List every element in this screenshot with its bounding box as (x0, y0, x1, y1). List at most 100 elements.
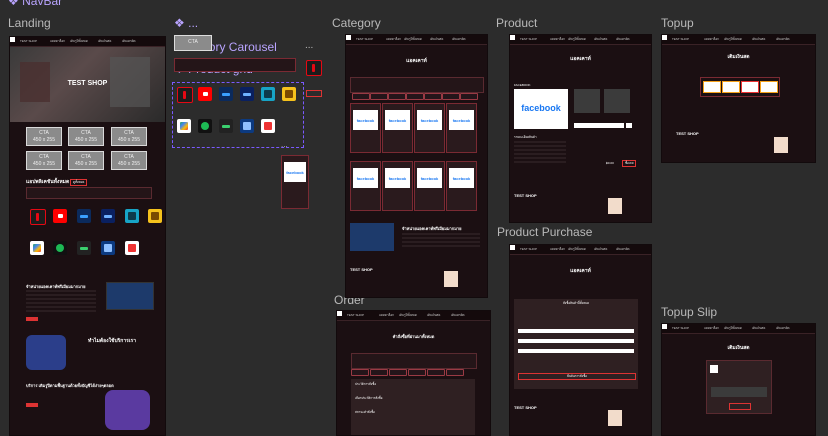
product-card-component[interactable]: facebook (281, 155, 309, 209)
nav-item-topup-all[interactable]: เติมรูปีทั้งหมด (724, 326, 742, 331)
youtube-icon[interactable] (198, 87, 212, 101)
order-row-3[interactable]: สถานะคำสั่งซื้อ (355, 410, 375, 415)
payment-card-3[interactable] (741, 81, 759, 93)
quantity-stepper[interactable] (626, 123, 632, 128)
filter-pill[interactable] (446, 369, 464, 376)
nav-item-topup-all[interactable]: เติมรูปีทั้งหมด (568, 37, 586, 42)
red-app-icon[interactable] (261, 119, 275, 133)
product-card[interactable]: facebook (414, 161, 445, 211)
nav-item-catalog[interactable]: แคตตาล็อก (50, 39, 65, 44)
option-thumb-1[interactable] (574, 89, 600, 113)
nav-brand[interactable]: TEST SHOP (520, 37, 537, 41)
nav-item-topup-all[interactable]: เติมรูปีทั้งหมด (404, 37, 422, 42)
netflix-icon[interactable] (30, 209, 46, 225)
frame-label-category[interactable]: Category (332, 16, 381, 30)
purchase-field-3[interactable] (518, 349, 634, 353)
nav-item-topup-cash[interactable]: เติมเงินสด (594, 37, 607, 42)
filter-pill[interactable] (460, 93, 478, 100)
slip-upload-field[interactable] (711, 387, 767, 397)
filter-pill[interactable] (388, 93, 406, 100)
nav-brand[interactable]: TEST SHOP (356, 37, 373, 41)
nav-brand[interactable]: TEST SHOP (672, 326, 689, 330)
product-card[interactable]: facebook (350, 161, 381, 211)
nav-item-topup-all[interactable]: เติมรูปีทั้งหมด (724, 37, 742, 42)
slip-submit-button[interactable] (729, 403, 751, 410)
yellow-app-icon[interactable] (148, 209, 162, 223)
filter-pill[interactable] (408, 369, 426, 376)
unnamed-component-label[interactable]: ❖ ... (174, 16, 198, 30)
product-card[interactable]: facebook (382, 103, 413, 153)
filter-pill[interactable] (389, 369, 407, 376)
nav-item-topup-cash[interactable]: เติมเงินสด (430, 37, 443, 42)
order-row-2[interactable]: เลือกประวัติการสั่งซื้อ (355, 396, 383, 401)
confirm-purchase-button[interactable]: ยืนยันการสั่งซื้อ (518, 373, 636, 380)
more-dots-2[interactable]: ... (281, 140, 288, 149)
green-tv-icon[interactable] (219, 119, 233, 133)
nav-brand[interactable]: TEST SHOP (520, 247, 537, 251)
nav-item-catalog[interactable]: แคตตาล็อก (379, 313, 394, 318)
google-play-icon[interactable] (177, 119, 191, 133)
green-tv-icon[interactable] (77, 241, 91, 255)
small-button[interactable] (306, 90, 322, 97)
payment-card-4[interactable] (760, 81, 778, 93)
blue-app-icon[interactable] (101, 241, 115, 255)
frame-label-product[interactable]: Product (496, 16, 537, 30)
filter-pill[interactable] (424, 93, 442, 100)
disney-plus-icon[interactable] (101, 209, 115, 223)
netflix-icon[interactable] (177, 87, 193, 103)
filter-pill[interactable] (406, 93, 424, 100)
nav-brand[interactable]: TEST SHOP (347, 313, 364, 317)
nav-item-catalog[interactable]: แคตตาล็อก (704, 326, 719, 331)
cta-card-5[interactable]: CTA 450 x 255 (68, 151, 104, 170)
frame-label-topup-slip[interactable]: Topup Slip (661, 305, 717, 319)
option-thumb-2[interactable] (604, 89, 630, 113)
nav-item-topup-cash[interactable]: เติมเงินสด (752, 37, 765, 42)
filter-pill[interactable] (352, 93, 370, 100)
spotify-icon[interactable] (53, 241, 67, 255)
nav-brand[interactable]: TEST SHOP (20, 39, 37, 43)
cta-card-6[interactable]: CTA 450 x 255 (111, 151, 147, 170)
filter-pill[interactable] (351, 369, 369, 376)
netflix-icon[interactable] (306, 60, 322, 76)
cta-card-4[interactable]: CTA 450 x 255 (26, 151, 62, 170)
navbar-component-label[interactable]: ❖ NavBar (8, 0, 62, 8)
nav-item-topup-credit[interactable]: เติมเครดิต (616, 247, 630, 252)
nav-item-topup-credit[interactable]: เติมเครดิต (776, 326, 790, 331)
yellow-app-icon[interactable] (282, 87, 296, 101)
cta-card-3[interactable]: CTA 450 x 255 (111, 127, 147, 146)
google-play-icon[interactable] (30, 241, 44, 255)
prime-video-icon[interactable] (77, 209, 91, 223)
purchase-field-1[interactable] (518, 329, 634, 333)
prime-video-icon[interactable] (219, 87, 233, 101)
blue-app-icon[interactable] (240, 119, 254, 133)
view-all-badge[interactable]: ดูทั้งหมด (70, 179, 88, 186)
frame-label-topup[interactable]: Topup (661, 16, 694, 30)
product-card[interactable]: facebook (414, 103, 445, 153)
product-card[interactable]: facebook (382, 161, 413, 211)
nav-brand[interactable]: TEST SHOP (672, 37, 689, 41)
nav-item-catalog[interactable]: แคตตาล็อก (386, 37, 401, 42)
spotify-icon[interactable] (198, 119, 212, 133)
nav-item-topup-cash[interactable]: เติมเงินสด (98, 39, 111, 44)
nav-item-topup-cash[interactable]: เติมเงินสด (752, 326, 765, 331)
disney-plus-icon[interactable] (240, 87, 254, 101)
filter-pill[interactable] (370, 93, 388, 100)
payment-card-1[interactable] (703, 81, 721, 93)
youtube-icon[interactable] (53, 209, 67, 223)
more-dots[interactable]: ... (305, 40, 313, 51)
payment-card-2[interactable] (722, 81, 740, 93)
nav-item-topup-all[interactable]: เติมรูปีทั้งหมด (568, 247, 586, 252)
product-card[interactable]: facebook (446, 103, 477, 153)
order-row-1[interactable]: ประวัติการสั่งซื้อ (355, 382, 376, 387)
promo-button-1[interactable] (26, 317, 38, 321)
quantity-input[interactable] (574, 123, 624, 128)
tv-app-icon[interactable] (125, 209, 139, 223)
nav-item-topup-credit[interactable]: เติมเครดิต (451, 313, 465, 318)
nav-item-catalog[interactable]: แคตตาล็อก (704, 37, 719, 42)
nav-item-topup-credit[interactable]: เติมเครดิต (452, 37, 466, 42)
cta-card-1[interactable]: CTA 450 x 255 (26, 127, 62, 146)
filter-pill[interactable] (427, 369, 445, 376)
cta-component[interactable]: CTA (174, 35, 212, 51)
nav-item-topup-cash[interactable]: เติมเงินสด (594, 247, 607, 252)
nav-item-catalog[interactable]: แคตตาล็อก (550, 247, 565, 252)
